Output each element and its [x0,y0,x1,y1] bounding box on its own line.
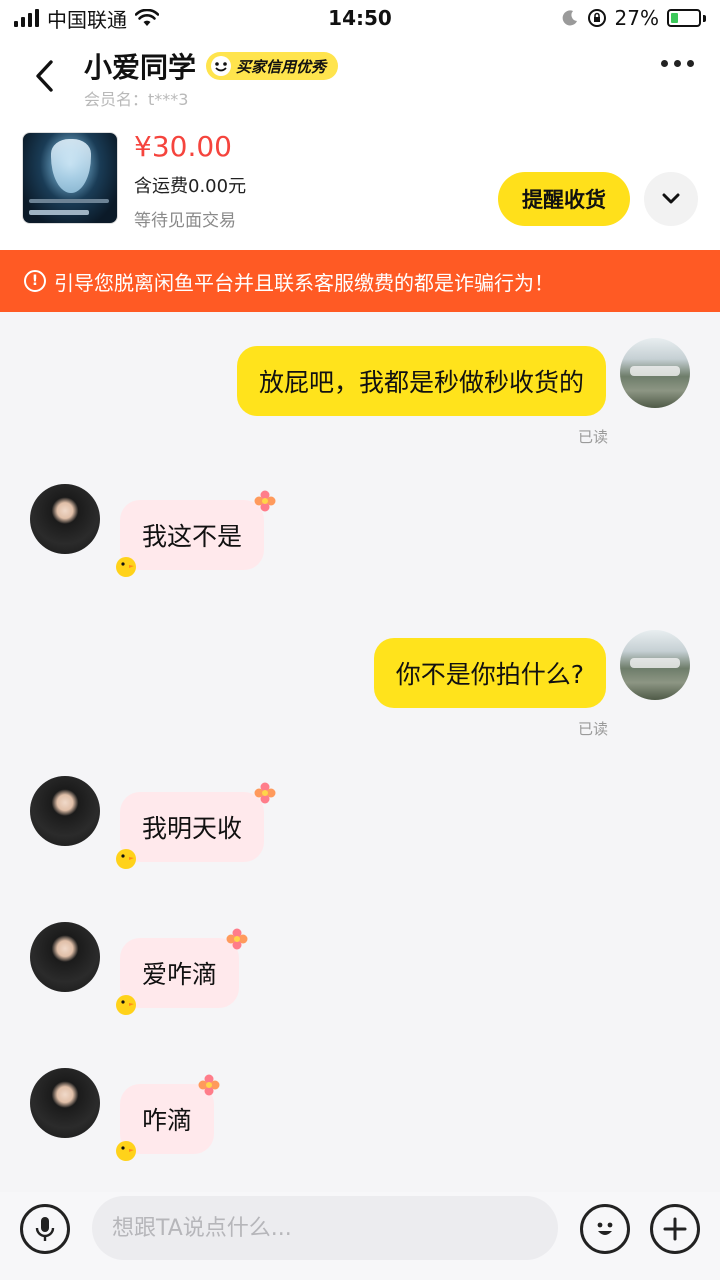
plus-icon [663,1217,687,1241]
voice-button[interactable] [20,1204,70,1254]
chick-decoration-icon [116,995,136,1015]
my-avatar[interactable] [620,338,690,408]
flower-decoration-icon [254,490,276,512]
chick-decoration-icon [116,557,136,577]
message-row: 放屁吧，我都是秒做秒收货的 已读 [0,338,720,448]
message-list[interactable]: 放屁吧，我都是秒做秒收货的 已读 我这不是 你不是你拍什么? 已读 我明天收 爱… [0,312,720,1192]
message-row: 爱咋滴 [0,922,720,1022]
fraud-warning-banner: ! 引导您脱离闲鱼平台并且联系客服缴费的都是诈骗行为！ [0,250,720,312]
signal-icon [14,9,39,27]
chick-decoration-icon [116,849,136,869]
chevron-down-icon [662,193,680,204]
input-bar [0,1192,720,1280]
flower-decoration-icon [254,782,276,804]
read-status: 已读 [577,720,608,738]
back-button[interactable] [24,56,64,96]
trade-status: 等待见面交易 [134,211,236,231]
read-status: 已读 [577,428,608,446]
smiley-face-icon [597,1222,613,1235]
contact-avatar[interactable] [30,484,100,554]
flower-decoration-icon [198,1074,220,1096]
message-row: 我明天收 [0,776,720,876]
item-price: ¥30.00 [134,130,232,163]
status-bar: 中国联通 14:50 27% [0,0,720,36]
message-input[interactable] [92,1196,558,1260]
my-avatar[interactable] [620,630,690,700]
warning-icon: ! [24,270,46,292]
contact-avatar[interactable] [30,776,100,846]
item-thumbnail[interactable] [22,132,118,224]
more-options-button[interactable] [661,60,694,67]
warning-text: 引导您脱离闲鱼平台并且联系客服缴费的都是诈骗行为！ [54,270,554,295]
message-bubble[interactable]: 放屁吧，我都是秒做秒收货的 [236,346,606,416]
expand-button[interactable] [644,172,698,226]
wifi-icon [135,9,159,26]
remind-receipt-button[interactable]: 提醒收货 [498,172,630,226]
message-row: 咋滴 [0,1068,720,1168]
credit-badge-label: 买家信用优秀 [236,57,327,76]
flower-decoration-icon [226,928,248,950]
contact-avatar[interactable] [30,922,100,992]
add-attachment-button[interactable] [650,1204,700,1254]
battery-percent: 27% [614,6,659,30]
emoji-button[interactable] [580,1204,630,1254]
chat-header: 小爱同学 买家信用优秀 会员名：t***3 ¥30.00 含运费0.00元 等待… [0,36,720,250]
message-row: 我这不是 [0,484,720,584]
message-bubble[interactable]: 我这不是 [120,500,265,570]
battery-icon [667,9,706,27]
credit-badge: 买家信用优秀 [206,52,339,80]
moon-icon [562,10,577,26]
chevron-left-icon [36,60,53,92]
contact-name[interactable]: 小爱同学 [84,46,196,86]
member-name: 会员名：t***3 [84,90,189,109]
item-shipping: 含运费0.00元 [134,176,247,197]
message-row: 你不是你拍什么? 已读 [0,630,720,740]
message-bubble[interactable]: 你不是你拍什么? [373,638,606,708]
rotation-lock-icon [587,9,606,27]
chick-decoration-icon [116,1141,136,1161]
microphone-icon [35,1217,55,1241]
smiley-face-icon [211,56,232,76]
contact-avatar[interactable] [30,1068,100,1138]
message-bubble[interactable]: 我明天收 [120,792,265,862]
carrier-label: 中国联通 [47,7,127,32]
